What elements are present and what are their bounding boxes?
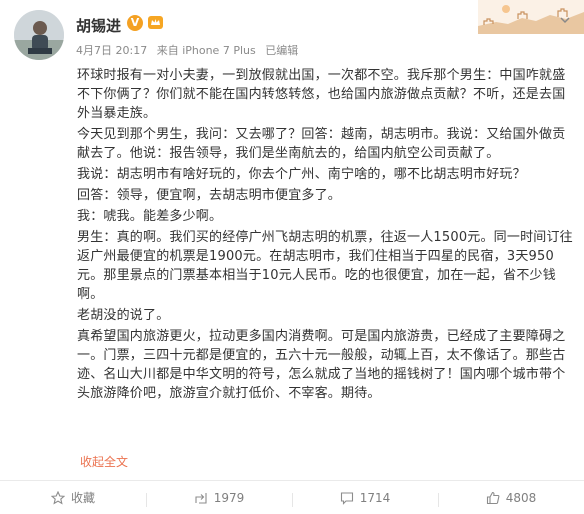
share-icon — [195, 492, 207, 504]
like-icon — [486, 491, 500, 504]
star-icon — [50, 490, 65, 505]
post-source: 来自 iPhone 7 Plus — [156, 44, 256, 57]
repost-count: 1979 — [213, 490, 245, 505]
post-paragraph: 真希望国内旅游更火，拉动更多国内消费啊。可是国内旅游贵，已经成了主要障碍之一。门… — [77, 329, 566, 401]
post-paragraph: 我：唬我。能差多少啊。 — [77, 209, 223, 224]
post-date[interactable]: 4月7日 20:17 — [76, 44, 147, 57]
post-paragraph: 回答：领导，便宜啊，去胡志明市便宜多了。 — [77, 188, 342, 203]
chevron-down-icon[interactable] — [559, 14, 571, 26]
avatar[interactable] — [14, 10, 64, 60]
edited-label[interactable]: 已编辑 — [265, 44, 298, 57]
action-bar: 收藏 1979 1714 4808 — [0, 480, 584, 514]
post-paragraph: 环球时报有一对小夫妻，一到放假就出国，一次都不空。我斥那个男生：中国咋就盛不下你… — [77, 68, 566, 121]
favorite-button[interactable]: 收藏 — [0, 489, 146, 506]
verified-badge-icon: V — [127, 15, 143, 31]
post-paragraph: 老胡没的说了。 — [77, 308, 170, 323]
like-button[interactable]: 4808 — [438, 490, 584, 507]
collapse-full-text-link[interactable]: 收起全文 — [80, 453, 128, 470]
comment-button[interactable]: 1714 — [292, 490, 438, 507]
member-crown-icon[interactable] — [147, 14, 164, 31]
repost-button[interactable]: 1979 — [146, 490, 292, 507]
post-paragraph: 男生：真的啊。我们买的经停广州飞胡志明的机票，往返一人1500元。同一时间订往返… — [77, 230, 573, 302]
post-paragraph: 今天见到那个男生，我问：又去哪了？回答：越南，胡志明市。我说：又给国外做贡献去了… — [77, 127, 566, 161]
post-content: 环球时报有一对小夫妻，一到放假就出国，一次都不空。我斥那个男生：中国咋就盛不下你… — [77, 66, 577, 405]
post-meta: 4月7日 20:17 来自 iPhone 7 Plus 已编辑 — [76, 42, 304, 58]
comment-count: 1714 — [359, 490, 391, 505]
author-name[interactable]: 胡锡进 — [76, 15, 121, 36]
like-count: 4808 — [505, 490, 537, 505]
favorite-label: 收藏 — [70, 491, 95, 505]
comment-icon — [340, 491, 353, 505]
post-paragraph: 我说：胡志明市有啥好玩的，你去个广州、南宁啥的，哪不比胡志明市好玩？ — [77, 167, 526, 182]
